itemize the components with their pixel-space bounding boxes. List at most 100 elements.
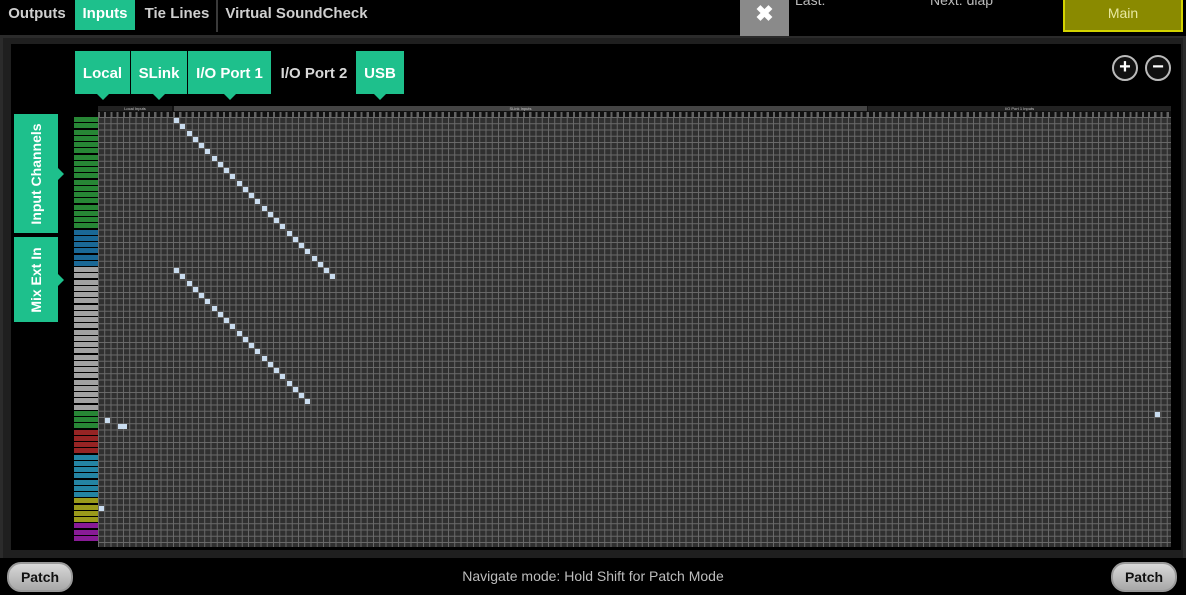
main-button[interactable]: Main xyxy=(1063,0,1183,32)
close-button[interactable]: ✖ xyxy=(740,0,789,36)
patch-right-button[interactable]: Patch xyxy=(1111,562,1177,592)
patch-point[interactable] xyxy=(280,374,286,380)
patch-point[interactable] xyxy=(117,424,127,430)
patch-point[interactable] xyxy=(324,268,329,273)
side-tab-mix-ext-in[interactable]: Mix Ext In xyxy=(14,237,64,322)
patch-point[interactable] xyxy=(211,305,217,311)
patch-point[interactable] xyxy=(286,380,292,386)
source-tab-usb[interactable]: USB xyxy=(356,51,404,100)
patch-grid[interactable] xyxy=(98,117,1171,547)
patch-point[interactable] xyxy=(249,193,254,198)
source-tab-local[interactable]: Local xyxy=(75,51,130,100)
patch-point[interactable] xyxy=(199,143,204,148)
row-label xyxy=(74,467,98,472)
patch-point[interactable] xyxy=(330,274,336,280)
patch-point[interactable] xyxy=(230,324,236,330)
patch-point[interactable] xyxy=(236,330,242,336)
row-label xyxy=(74,460,98,466)
patch-point[interactable] xyxy=(261,205,267,211)
row-label xyxy=(74,192,98,197)
row-label xyxy=(74,217,98,222)
patch-point[interactable] xyxy=(311,255,317,261)
row-label xyxy=(74,417,98,422)
patch-point[interactable] xyxy=(267,211,273,217)
patch-point[interactable] xyxy=(292,236,298,242)
row-label xyxy=(74,185,98,191)
tab-inputs[interactable]: Inputs xyxy=(75,0,135,30)
patch-point[interactable] xyxy=(192,286,198,292)
row-label xyxy=(74,398,98,404)
row-label xyxy=(74,498,98,504)
patch-point[interactable] xyxy=(217,161,223,167)
patch-point[interactable] xyxy=(174,118,179,123)
row-label xyxy=(74,360,98,366)
patch-point[interactable] xyxy=(280,224,286,230)
tab-tie-lines[interactable]: Tie Lines xyxy=(137,0,217,30)
patch-point[interactable] xyxy=(180,124,186,130)
patch-point[interactable] xyxy=(211,155,217,161)
patch-point[interactable] xyxy=(274,218,279,223)
source-tab-io-port-2[interactable]: I/O Port 2 xyxy=(273,51,355,94)
patch-point[interactable] xyxy=(267,361,273,367)
patch-point[interactable] xyxy=(292,386,298,392)
patch-point[interactable] xyxy=(224,168,229,173)
row-label xyxy=(74,510,98,516)
row-label xyxy=(74,317,98,322)
minus-icon: − xyxy=(1152,56,1164,78)
patch-point[interactable] xyxy=(274,368,279,373)
patch-point[interactable] xyxy=(286,230,292,236)
row-label xyxy=(74,160,98,166)
zoom-in-button[interactable]: + xyxy=(1112,55,1138,81)
tab-outputs[interactable]: Outputs xyxy=(0,0,74,30)
row-label xyxy=(74,273,98,279)
row-label xyxy=(74,223,98,229)
patch-point[interactable] xyxy=(261,355,267,361)
row-label xyxy=(74,179,98,185)
patch-point[interactable] xyxy=(305,399,311,405)
patch-point[interactable] xyxy=(255,199,261,205)
patch-point[interactable] xyxy=(205,149,211,155)
row-label xyxy=(74,535,98,541)
patch-point[interactable] xyxy=(305,249,311,255)
patch-point[interactable] xyxy=(217,311,223,317)
row-label xyxy=(74,123,98,129)
row-label xyxy=(74,348,98,354)
patch-point[interactable] xyxy=(180,274,186,280)
patch-point[interactable] xyxy=(299,243,304,248)
patch-point[interactable] xyxy=(242,186,248,192)
patch-point[interactable] xyxy=(186,130,192,136)
patch-point[interactable] xyxy=(174,268,179,273)
patch-point[interactable] xyxy=(242,336,248,342)
patch-point[interactable] xyxy=(317,261,323,267)
patch-point[interactable] xyxy=(230,174,236,180)
patch-point[interactable] xyxy=(186,280,192,286)
row-label xyxy=(74,260,98,266)
source-tab-io-port-1[interactable]: I/O Port 1 xyxy=(188,51,271,100)
plus-icon: + xyxy=(1119,56,1131,78)
patch-point[interactable] xyxy=(1155,411,1161,417)
patch-point[interactable] xyxy=(192,136,198,142)
row-label xyxy=(74,442,98,447)
patch-point[interactable] xyxy=(255,349,261,355)
row-label xyxy=(74,410,98,416)
patch-point[interactable] xyxy=(199,293,204,298)
row-labels xyxy=(74,117,98,547)
group-local-inputs: Local Inputs xyxy=(98,106,172,111)
patch-point[interactable] xyxy=(249,343,254,348)
patch-point[interactable] xyxy=(205,299,211,305)
row-label xyxy=(74,248,98,254)
row-label xyxy=(74,135,98,141)
row-label xyxy=(74,385,98,391)
patch-point[interactable] xyxy=(99,505,104,511)
side-tab-input-channels[interactable]: Input Channels xyxy=(14,114,64,233)
close-icon: ✖ xyxy=(755,1,774,26)
source-tab-slink[interactable]: SLink xyxy=(131,51,187,100)
tab-divider xyxy=(216,0,218,32)
patch-point[interactable] xyxy=(105,418,111,423)
zoom-out-button[interactable]: − xyxy=(1145,55,1171,81)
patch-point[interactable] xyxy=(299,393,304,398)
patch-point[interactable] xyxy=(224,318,229,323)
row-label xyxy=(74,242,98,247)
tab-virtual-soundcheck[interactable]: Virtual SoundCheck xyxy=(219,0,374,30)
patch-point[interactable] xyxy=(236,180,242,186)
